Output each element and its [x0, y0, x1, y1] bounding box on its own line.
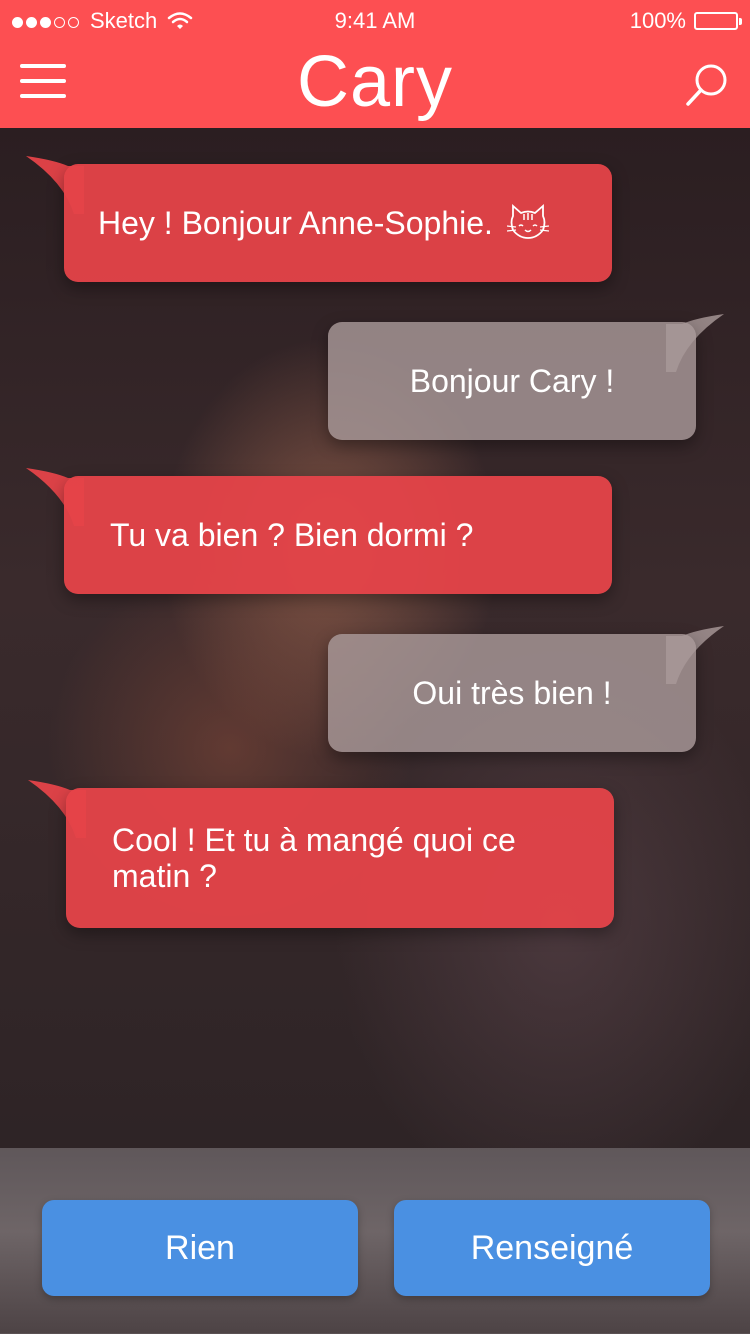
- message-text: Oui très bien !: [412, 675, 612, 711]
- message-bubble-user: Oui très bien !: [328, 634, 696, 752]
- message-bubble-bot: Tu va bien ? Bien dormi ?: [64, 476, 612, 594]
- navigation-bar: Sketch 9:41 AM 100% Cary: [0, 0, 750, 128]
- battery-percent: 100%: [629, 8, 686, 33]
- cat-face-icon: [506, 204, 549, 239]
- message-text: Hey ! Bonjour Anne-Sophie.: [98, 205, 493, 241]
- reply-rien-button[interactable]: Rien: [42, 1200, 358, 1296]
- message-text: Bonjour Cary !: [409, 363, 615, 399]
- message-bubble-user: Bonjour Cary !: [328, 322, 696, 440]
- reply-renseigne-button[interactable]: Renseigné: [394, 1200, 710, 1296]
- battery-icon: [694, 12, 742, 30]
- message-text: Tu va bien ? Bien dormi ?: [110, 517, 474, 553]
- message-bubble-bot: Hey ! Bonjour Anne-Sophie.: [64, 164, 612, 282]
- page-title: Cary: [296, 42, 453, 122]
- status-right: 100%: [629, 8, 742, 34]
- message-bubble-bot: Cool ! Et tu à mangé quoi ce matin ?: [66, 788, 614, 928]
- search-icon[interactable]: [682, 60, 732, 110]
- message-text: Cool ! Et tu à mangé quoi ce matin ?: [112, 822, 516, 894]
- status-bar: Sketch 9:41 AM 100%: [0, 0, 750, 40]
